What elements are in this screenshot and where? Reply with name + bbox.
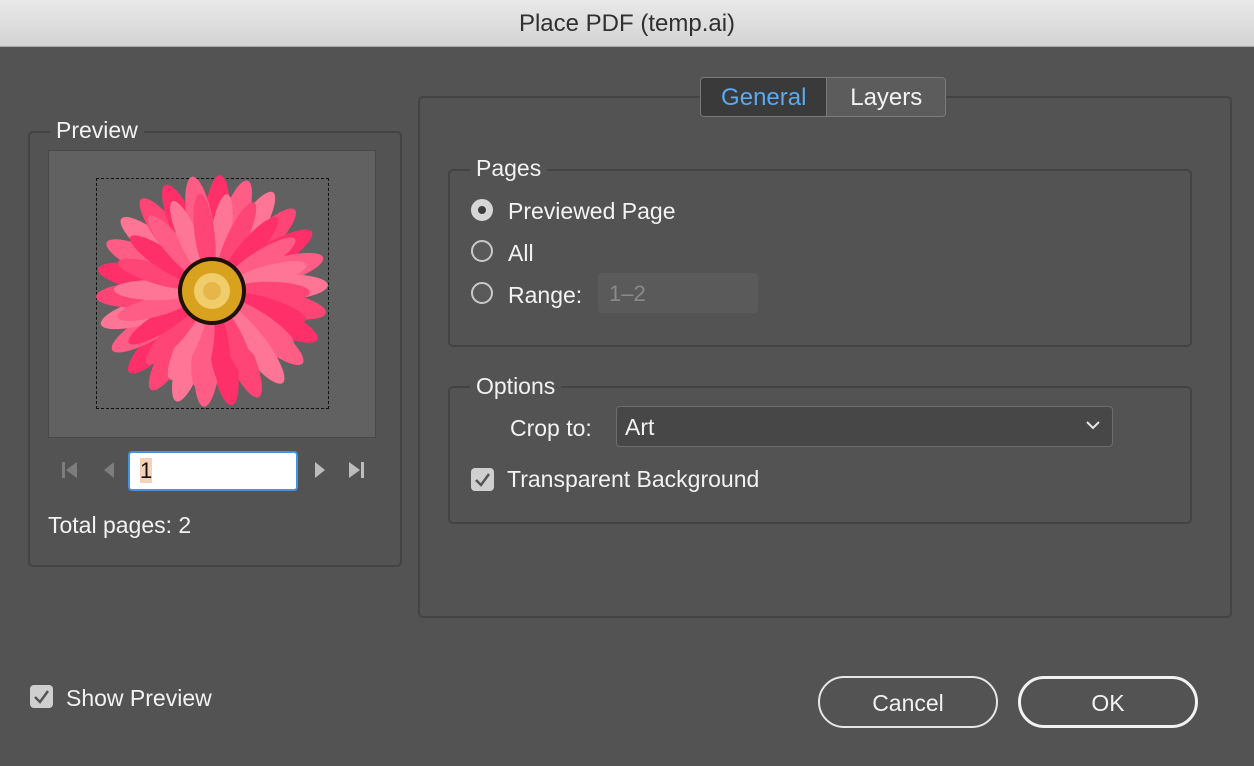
next-page-icon[interactable] [309,459,331,481]
show-preview-checkbox[interactable] [30,685,53,708]
page-number-input[interactable]: 1 [128,451,298,491]
crop-to-label: Crop to: [510,415,592,441]
flower-image [96,175,328,407]
transparent-background-checkbox[interactable] [471,468,494,491]
radio-previewed-page[interactable] [471,199,493,221]
ok-button[interactable]: OK [1018,676,1198,728]
cancel-button[interactable]: Cancel [818,676,998,728]
show-preview-label[interactable]: Show Preview [66,685,212,712]
radio-all[interactable] [471,240,493,262]
last-page-icon[interactable] [346,459,368,481]
preview-group-title: Preview [50,117,144,144]
checkmark-icon [475,473,491,487]
radio-range[interactable] [471,282,493,304]
crop-to-value: Art [625,414,655,440]
first-page-icon[interactable] [59,459,81,481]
pages-group-title: Pages [470,155,548,182]
pages-group [448,169,1192,347]
tab-general[interactable]: General [701,78,828,116]
total-pages-label: Total pages: 2 [48,512,192,538]
range-label[interactable]: Range: [508,282,582,309]
range-input[interactable]: 1–2 [598,273,758,313]
checkmark-icon [34,690,50,704]
options-group-title: Options [470,373,562,400]
previewed-page-label[interactable]: Previewed Page [508,198,676,225]
window-title: Place PDF (temp.ai) [0,0,1254,47]
transparent-background-label[interactable]: Transparent Background [507,466,759,493]
tab-layers[interactable]: Layers [827,78,945,116]
preview-thumbnail [48,150,376,438]
chevron-down-icon [1086,421,1100,430]
previous-page-icon[interactable] [98,459,120,481]
tab-bar: General Layers [700,77,946,117]
crop-to-select[interactable]: Art [616,406,1113,447]
all-label[interactable]: All [508,240,534,267]
place-pdf-dialog: Preview 1 Total pages: 2 General Layers … [0,47,1254,766]
